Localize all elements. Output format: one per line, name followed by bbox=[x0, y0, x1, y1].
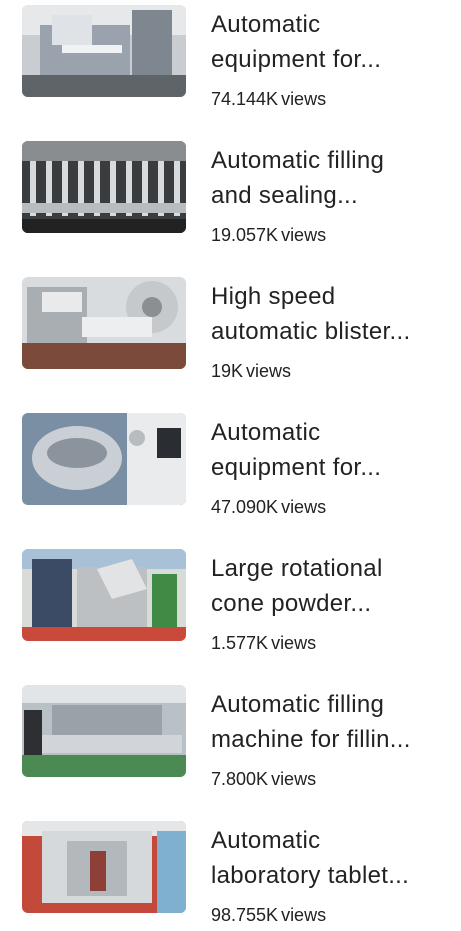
view-count: 74.144K views bbox=[211, 89, 327, 109]
video-list: Automatic equipment for... 74.144Kviews bbox=[0, 0, 461, 925]
video-item[interactable]: Large rotational cone powder... 1.577K vi… bbox=[0, 549, 461, 659]
video-title[interactable]: Automatic laboratory tablet... bbox=[211, 823, 451, 893]
video-item[interactable]: Automatic laboratory tablet... 98.755K vi… bbox=[0, 821, 461, 931]
video-thumbnail[interactable] bbox=[22, 413, 186, 505]
cone-mixer-photo-icon bbox=[22, 549, 186, 641]
video-title[interactable]: High speed automatic blister... bbox=[211, 279, 451, 349]
video-thumbnail[interactable] bbox=[22, 549, 186, 641]
video-thumbnail[interactable] bbox=[22, 5, 186, 97]
view-count: 7.800K views bbox=[211, 769, 317, 789]
video-title[interactable]: Large rotational cone powder... bbox=[211, 551, 451, 621]
video-item[interactable]: Automatic equipment for... 74.144K views bbox=[0, 5, 461, 115]
video-title[interactable]: Automatic filling machine for fillin... bbox=[211, 687, 451, 757]
video-item[interactable]: High speed automatic blister... 19K views bbox=[0, 277, 461, 387]
video-title[interactable]: Automatic equipment for... bbox=[211, 415, 451, 485]
video-item[interactable]: Automatic filling machine for fillin... … bbox=[0, 685, 461, 795]
view-count: 19K views bbox=[211, 361, 292, 381]
video-item[interactable]: Automatic filling and sealing... 19.057K… bbox=[0, 141, 461, 251]
video-title[interactable]: Automatic filling and sealing... bbox=[211, 143, 451, 213]
video-thumbnail[interactable] bbox=[22, 141, 186, 233]
exhibition-line-photo-icon bbox=[22, 685, 186, 777]
blister-machine-photo-icon bbox=[22, 277, 186, 369]
tablet-press-photo-icon bbox=[22, 821, 186, 913]
view-count: 47.090K views bbox=[211, 497, 327, 517]
video-thumbnail[interactable] bbox=[22, 685, 186, 777]
view-count: 1.577K views bbox=[211, 633, 317, 653]
video-thumbnail[interactable] bbox=[22, 277, 186, 369]
filling-line-photo-icon bbox=[22, 141, 186, 233]
video-title[interactable]: Automatic equipment for... bbox=[211, 7, 451, 77]
view-count: 98.755K views bbox=[211, 905, 327, 925]
video-thumbnail[interactable] bbox=[22, 821, 186, 913]
view-count: 19.057K views bbox=[211, 225, 327, 245]
video-item[interactable]: Automatic equipment for... 47.090K views bbox=[0, 413, 461, 523]
machine-photo-icon bbox=[22, 5, 186, 97]
mixer-photo-icon bbox=[22, 413, 186, 505]
